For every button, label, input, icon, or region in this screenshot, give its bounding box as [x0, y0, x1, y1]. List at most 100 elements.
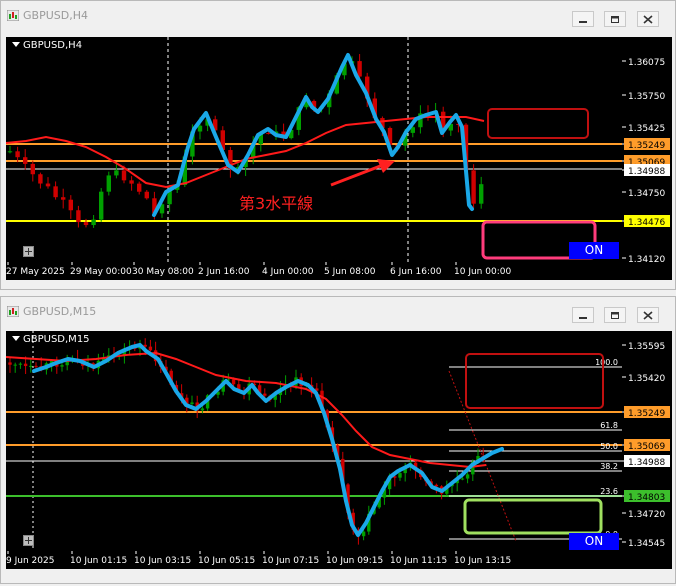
on-button[interactable]: ON	[569, 242, 619, 259]
candle-body	[76, 210, 81, 223]
candle-body	[83, 222, 89, 226]
chart-canvas-h4	[6, 37, 622, 262]
title-bar[interactable]: GBPUSD,H4	[1, 1, 675, 31]
candle-body	[148, 346, 153, 351]
candle-body	[231, 379, 236, 385]
price-label-m15-7: 1.34545	[628, 539, 665, 549]
close-button[interactable]	[637, 307, 659, 323]
candle-body	[266, 133, 271, 135]
dropdown-triangle-icon	[12, 42, 20, 47]
title-bar[interactable]: GBPUSD,M15	[1, 297, 675, 327]
target-box-green-m15	[463, 498, 603, 535]
target-box-red-m15	[465, 353, 604, 409]
price-label-h4-2: 1.35425	[628, 124, 665, 134]
minimize-button[interactable]	[572, 11, 594, 27]
time-label-m15-1: 10 Jun 01:15	[70, 556, 127, 566]
plus-icon[interactable]	[23, 246, 34, 257]
restore-button[interactable]	[604, 11, 626, 27]
time-label-h4-3: 2 Jun 16:00	[198, 267, 250, 277]
chart-area-m15[interactable]: 100.061.850.038.223.60.0 GBPUSD,M15 ON	[6, 331, 622, 551]
time-label-m15-0: 9 Jun 2025	[6, 556, 54, 566]
time-label-h4-4: 4 Jun 00:00	[262, 267, 314, 277]
candle-body	[361, 531, 366, 537]
candle-body	[53, 186, 58, 198]
price-label-h4-8: 1.34120	[628, 255, 665, 262]
time-label-h4-0: 27 May 2025	[6, 267, 65, 277]
restore-button[interactable]	[604, 307, 626, 323]
candle-body	[263, 393, 267, 396]
candle-body	[479, 184, 484, 204]
annotation-arrow	[330, 163, 384, 187]
time-label-m15-6: 10 Jun 11:15	[390, 556, 447, 566]
chart-canvas-m15: 100.061.850.038.223.60.0	[6, 331, 622, 551]
candle-body	[45, 183, 51, 187]
price-label-h4-7: 1.34476	[628, 218, 665, 228]
fib-label-1: 61.8	[600, 421, 618, 430]
restore-icon	[611, 312, 619, 319]
price-label-h4-6: 1.34750	[628, 189, 665, 199]
candle-body	[129, 180, 134, 184]
candle-body	[23, 157, 28, 164]
time-label-m15-2: 10 Jun 03:15	[134, 556, 191, 566]
price-label-h4-0: 1.36075	[628, 58, 665, 68]
minimize-icon	[579, 317, 587, 319]
candle-body	[68, 199, 73, 211]
plus-icon[interactable]	[23, 535, 34, 546]
chart-window-h4[interactable]: GBPUSD,H4 GBPUSD,H4 第3水平線 ON 1.36075 1.3…	[0, 0, 676, 290]
fib-label-4: 23.6	[600, 487, 618, 496]
price-label-m15-0: 1.35595	[628, 342, 665, 352]
candle-body	[13, 364, 17, 366]
time-label-m15-4: 10 Jun 07:15	[262, 556, 319, 566]
price-label-m15-2: 1.35249	[628, 409, 665, 419]
candle-body	[137, 183, 142, 192]
candles-m15	[8, 338, 485, 545]
minimize-icon	[579, 21, 587, 23]
candle-body	[15, 151, 20, 158]
candle-body	[200, 408, 205, 411]
candle-body	[121, 170, 127, 181]
trace-line-m15	[32, 343, 504, 537]
price-label-m15-6: 1.34720	[628, 510, 665, 520]
candle-body	[60, 365, 64, 367]
fib-label-0: 100.0	[595, 358, 618, 367]
chart-window-m15[interactable]: GBPUSD,M15 100.061.850.038.223.60.0 GBPU…	[0, 296, 676, 584]
moving-average-m15	[6, 351, 487, 469]
on-button[interactable]: ON	[569, 533, 619, 550]
candle-body	[61, 197, 66, 200]
candle-body	[190, 402, 194, 404]
candle-body	[23, 363, 28, 367]
candle-body	[29, 365, 33, 367]
target-box-red-h4	[487, 108, 589, 139]
close-button[interactable]	[637, 11, 659, 27]
candle-body	[398, 473, 402, 478]
annotation-label: 第3水平線	[239, 194, 314, 213]
time-label-h4-5: 5 Jun 08:00	[324, 267, 376, 277]
time-label-h4-6: 6 Jun 16:00	[390, 267, 442, 277]
time-label-m15-5: 10 Jun 09:15	[326, 556, 383, 566]
price-scale-h4[interactable]: 1.36075 1.35750 1.35425 1.35249 1.35069 1.349…	[622, 37, 672, 265]
time-scale-h4[interactable]: 27 May 2025 29 May 00:00 30 May 08:00 2 Jun…	[6, 262, 672, 280]
price-scale-svg-m15: 1.35595 1.35420 1.35249 1.35069 1.34988 1.348…	[622, 342, 670, 549]
time-label-h4-7: 10 Jun 00:00	[454, 267, 511, 277]
time-label-h4-2: 30 May 08:00	[132, 267, 194, 277]
app-icon	[7, 10, 19, 21]
fib-label-2: 50.0	[600, 442, 618, 451]
candle-body	[34, 365, 38, 367]
candle-body	[91, 219, 96, 226]
candle-body	[7, 151, 13, 153]
price-label-m15-5: 1.34803	[628, 493, 665, 503]
chart-area-h4[interactable]: GBPUSD,H4 第3水平線 ON	[6, 37, 622, 262]
restore-icon	[611, 16, 619, 23]
candle-body	[434, 484, 439, 487]
fib-label-3: 38.2	[600, 462, 618, 471]
time-scale-m15[interactable]: 9 Jun 2025 10 Jun 01:15 10 Jun 03:15 10 Jun…	[6, 551, 672, 569]
time-scale-svg-h4: 27 May 2025 29 May 00:00 30 May 08:00 2 Jun…	[6, 262, 511, 277]
fibonacci-levels: 100.061.850.038.223.60.0	[449, 358, 622, 540]
symbol-label: GBPUSD,H4	[12, 40, 82, 51]
minimize-button[interactable]	[572, 307, 594, 323]
candle-body	[465, 474, 470, 479]
price-scale-m15[interactable]: 1.35595 1.35420 1.35249 1.35069 1.34988 1.348…	[622, 331, 672, 551]
symbol-label: GBPUSD,M15	[12, 334, 90, 345]
price-label-m15-3: 1.35069	[628, 442, 665, 452]
price-label-m15-1: 1.35420	[628, 374, 665, 384]
